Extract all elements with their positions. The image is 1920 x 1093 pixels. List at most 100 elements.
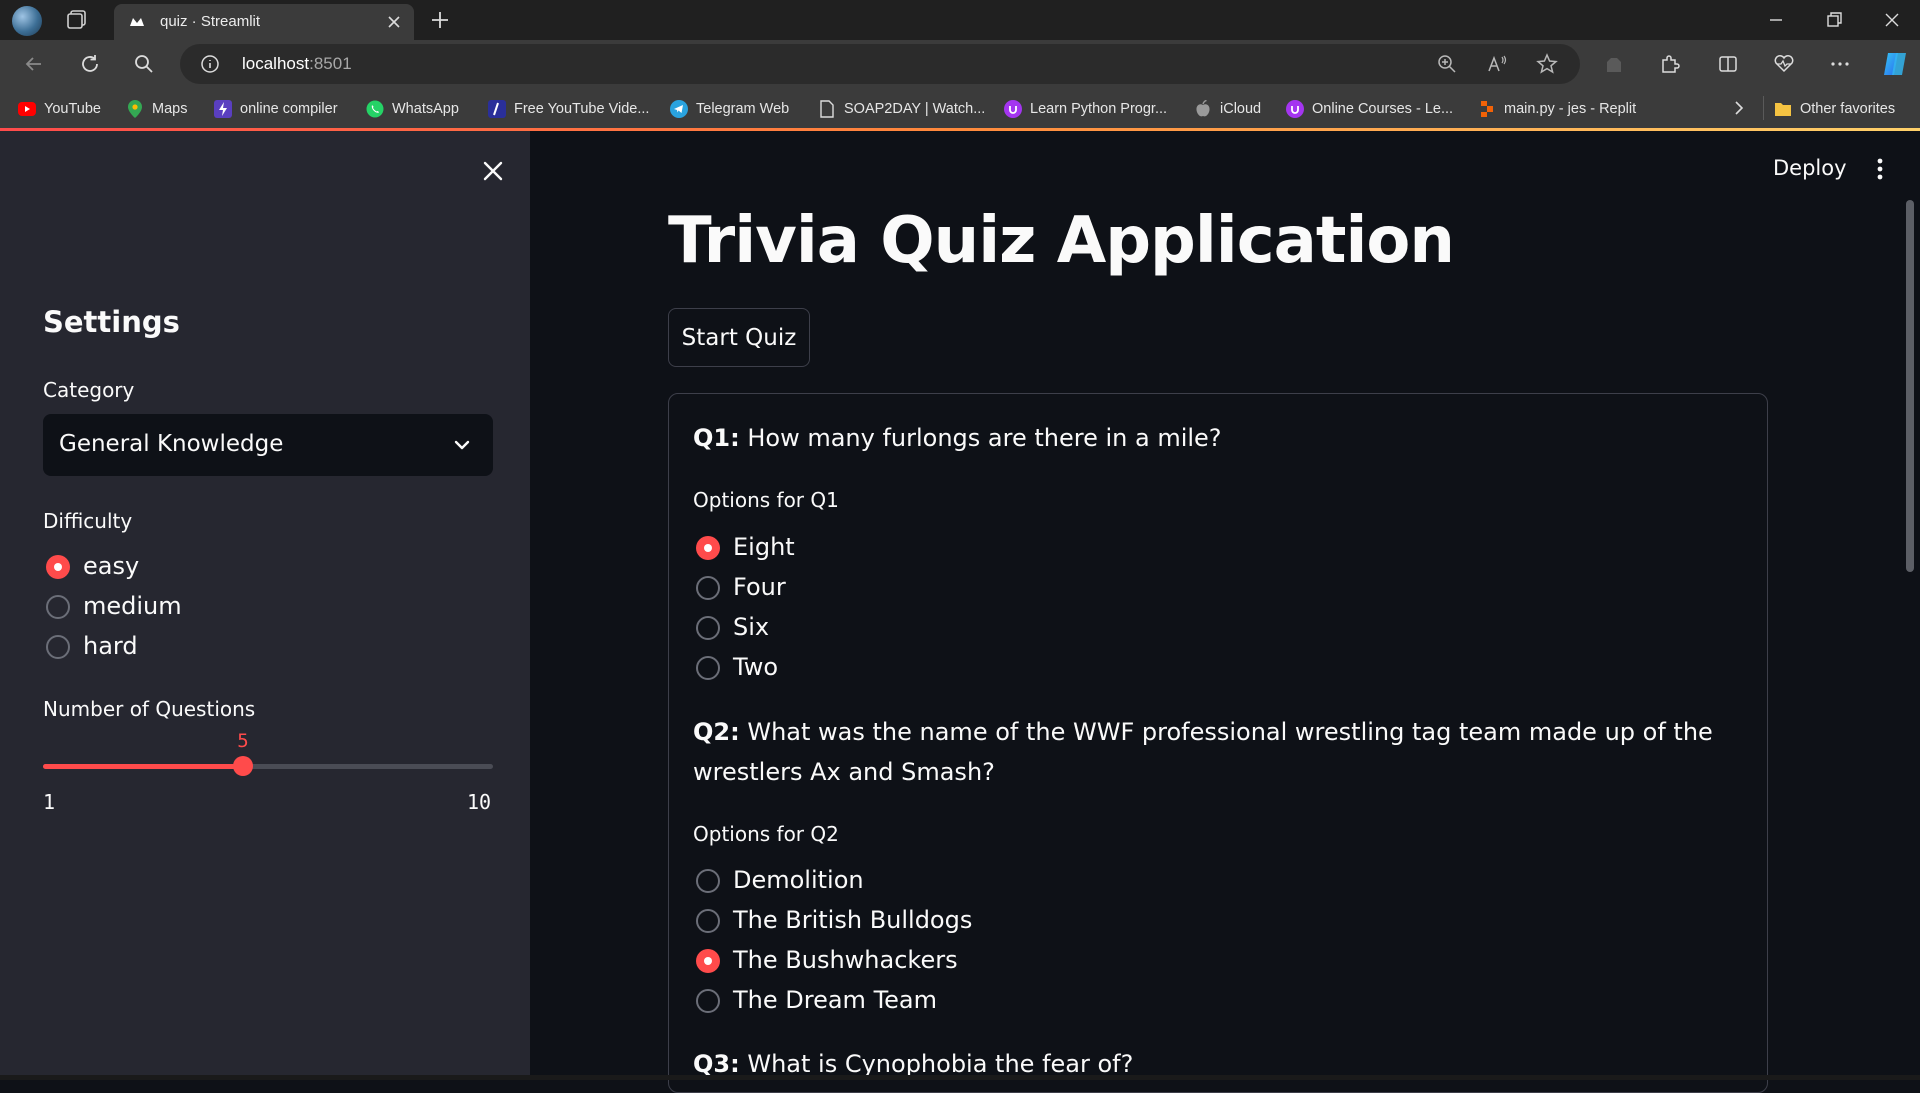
new-tab-icon[interactable] — [428, 8, 452, 32]
bookmark-icloud[interactable]: iCloud — [1194, 98, 1261, 120]
category-value: General Knowledge — [59, 431, 284, 457]
close-sidebar-icon[interactable] — [480, 158, 506, 184]
slider-value: 5 — [237, 730, 249, 752]
q1-radio-option-1[interactable] — [696, 536, 720, 560]
difficulty-option-medium[interactable]: medium — [83, 592, 182, 620]
window-bottom-edge — [0, 1075, 1920, 1080]
category-label: Category — [43, 378, 135, 402]
extensions-icon[interactable] — [1658, 52, 1682, 76]
minimize-icon[interactable] — [1764, 8, 1788, 32]
q2-option-4[interactable]: The Dream Team — [733, 986, 937, 1014]
questions-slider[interactable] — [43, 756, 493, 776]
question-1: Q1: How many furlongs are there in a mil… — [693, 418, 1743, 458]
category-select[interactable]: General Knowledge — [43, 414, 493, 476]
browser-essentials-icon[interactable] — [1602, 52, 1626, 76]
main-scrollbar[interactable] — [1906, 200, 1914, 572]
maps-icon — [126, 100, 144, 118]
bookmark-telegram-web[interactable]: Telegram Web — [670, 98, 789, 120]
chevron-right-icon[interactable] — [1730, 99, 1748, 117]
bookmarks-bar: YouTube Maps online compiler WhatsApp Fr… — [0, 88, 1920, 128]
start-quiz-button[interactable]: Start Quiz — [668, 308, 810, 367]
q1-option-1[interactable]: Eight — [733, 533, 795, 561]
difficulty-radio-easy[interactable] — [46, 555, 70, 579]
bookmark-label: Maps — [152, 101, 188, 117]
bookmark-maps[interactable]: Maps — [126, 98, 187, 120]
tab-actions-icon[interactable] — [64, 8, 90, 32]
difficulty-radio-hard[interactable] — [46, 635, 70, 659]
sidebar — [0, 131, 530, 1080]
bookmark-label: Free YouTube Vide... — [514, 101, 650, 117]
site-info-icon[interactable] — [200, 54, 220, 74]
window-close-icon[interactable] — [1880, 8, 1904, 32]
copilot-icon[interactable] — [1880, 49, 1910, 79]
deploy-button[interactable]: Deploy — [1773, 156, 1847, 180]
refresh-icon[interactable] — [78, 52, 102, 76]
health-icon[interactable] — [1772, 52, 1796, 76]
options-label-q1: Options for Q1 — [693, 488, 839, 512]
question-text: What was the name of the WWF professiona… — [693, 718, 1713, 786]
bookmark-online-courses[interactable]: Online Courses - Le... — [1286, 98, 1453, 120]
difficulty-option-easy[interactable]: easy — [83, 552, 139, 580]
bookmark-whatsapp[interactable]: WhatsApp — [366, 98, 459, 120]
q1-radio-option-4[interactable] — [696, 656, 720, 680]
tab-close-icon[interactable] — [384, 12, 404, 32]
q2-option-1[interactable]: Demolition — [733, 866, 864, 894]
question-number: Q3: — [693, 1050, 740, 1078]
favorite-star-icon[interactable] — [1536, 53, 1558, 75]
page-icon — [818, 100, 836, 118]
address-bar[interactable]: localhost:8501 — [180, 44, 1580, 84]
q2-radio-option-3[interactable] — [696, 949, 720, 973]
options-label-q2: Options for Q2 — [693, 822, 839, 846]
page-title: Trivia Quiz Application — [668, 204, 1455, 278]
bookmark-free-youtube-video[interactable]: Free YouTube Vide... — [488, 98, 649, 120]
main-menu-icon[interactable] — [1870, 156, 1890, 182]
folder-icon — [1774, 100, 1792, 118]
bookmark-label: SOAP2DAY | Watch... — [844, 101, 986, 117]
q1-option-3[interactable]: Six — [733, 613, 769, 641]
difficulty-radio-medium[interactable] — [46, 595, 70, 619]
bookmark-label: Learn Python Progr... — [1030, 101, 1168, 117]
q2-radio-option-1[interactable] — [696, 869, 720, 893]
bookmark-youtube[interactable]: YouTube — [18, 98, 101, 120]
q1-radio-option-2[interactable] — [696, 576, 720, 600]
question-text: How many furlongs are there in a mile? — [747, 424, 1222, 452]
search-icon[interactable] — [132, 52, 156, 76]
slider-min: 1 — [43, 790, 56, 814]
q1-radio-option-3[interactable] — [696, 616, 720, 640]
q1-option-2[interactable]: Four — [733, 573, 786, 601]
bookmark-replit[interactable]: main.py - jes - Replit — [1478, 98, 1636, 120]
browser-tab[interactable]: quiz · Streamlit — [114, 4, 414, 40]
video-icon — [488, 100, 506, 118]
profile-avatar[interactable] — [12, 6, 42, 36]
tab-title: quiz · Streamlit — [160, 13, 261, 30]
q2-option-3[interactable]: The Bushwhackers — [733, 946, 958, 974]
browser-title-bar: quiz · Streamlit — [0, 0, 1920, 40]
q2-option-2[interactable]: The British Bulldogs — [733, 906, 972, 934]
bookmark-other-favorites[interactable]: Other favorites — [1774, 98, 1895, 120]
bookmark-online-compiler[interactable]: online compiler — [214, 98, 338, 120]
bookmarks-divider — [1763, 96, 1764, 120]
bookmark-soap2day[interactable]: SOAP2DAY | Watch... — [818, 98, 985, 120]
difficulty-option-hard[interactable]: hard — [83, 632, 138, 660]
youtube-icon — [18, 100, 36, 118]
question-text: What is Cynophobia the fear of? — [747, 1050, 1134, 1078]
compiler-icon — [214, 100, 232, 118]
q1-option-4[interactable]: Two — [733, 653, 778, 681]
difficulty-label: Difficulty — [43, 509, 133, 533]
split-screen-icon[interactable] — [1716, 52, 1740, 76]
zoom-icon[interactable] — [1436, 53, 1458, 75]
bookmark-label: iCloud — [1220, 101, 1262, 117]
bookmark-label: main.py - jes - Replit — [1504, 101, 1637, 117]
question-number: Q1: — [693, 424, 740, 452]
streamlit-favicon-icon — [130, 18, 144, 26]
more-options-icon[interactable] — [1828, 52, 1852, 76]
bookmark-learn-python[interactable]: Learn Python Progr... — [1004, 98, 1167, 120]
slider-thumb[interactable] — [233, 756, 253, 776]
restore-icon[interactable] — [1822, 8, 1846, 32]
q2-radio-option-4[interactable] — [696, 989, 720, 1013]
back-icon[interactable] — [22, 52, 46, 76]
read-aloud-icon[interactable] — [1486, 53, 1508, 75]
url-text: localhost:8501 — [242, 54, 352, 74]
chevron-down-icon — [454, 440, 470, 450]
q2-radio-option-2[interactable] — [696, 909, 720, 933]
